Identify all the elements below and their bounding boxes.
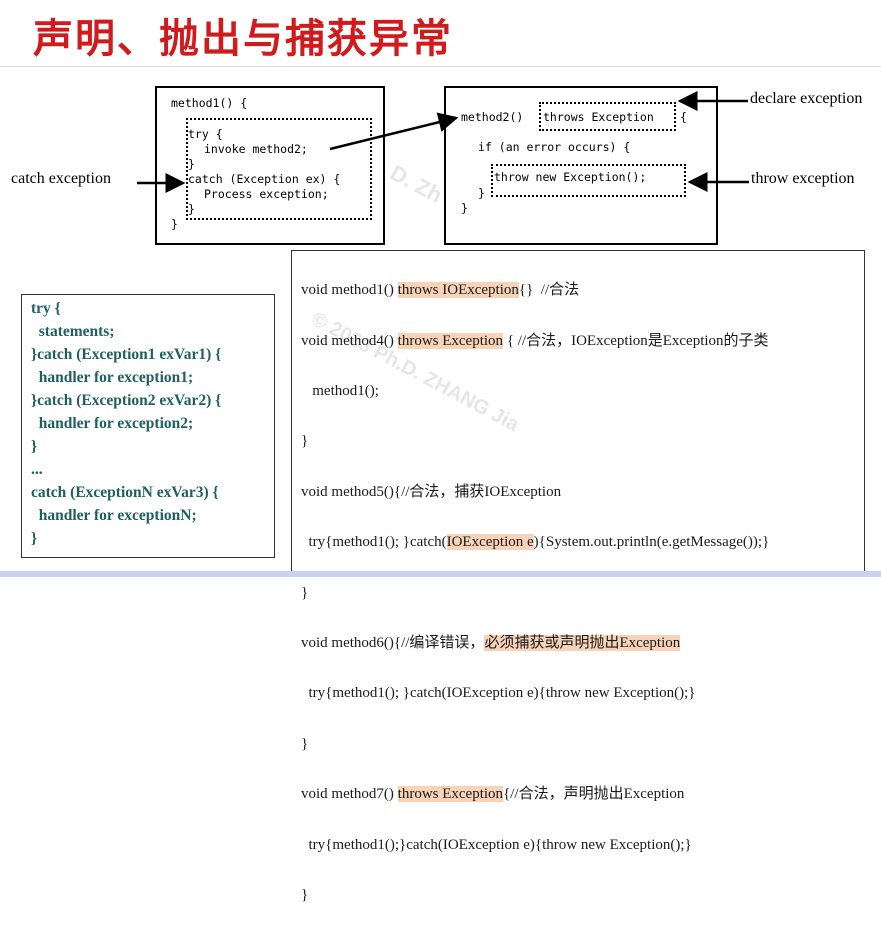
code-line: } [301, 887, 309, 904]
syntax-line: try { [31, 300, 61, 317]
code-line: void method7() throws Exception{//合法，声明抛… [301, 786, 685, 803]
syntax-line: catch (ExceptionN exVar3) { [31, 484, 219, 501]
code-line: void method6(){//编译错误，必须捕获或声明抛出Exception [301, 635, 681, 652]
syntax-line: } [31, 530, 38, 547]
syntax-line: ... [31, 461, 43, 478]
highlight: throws IOException [397, 282, 519, 299]
footer-bar [0, 571, 881, 577]
syntax-line: handler for exception1; [31, 369, 194, 386]
code-line: try{method1();}catch(IOException e){thro… [301, 836, 692, 853]
highlight: throws Exception [397, 786, 504, 803]
syntax-line: }catch (Exception2 exVar2) { [31, 392, 222, 409]
code-block: void method1() throws IOException{} //合法… [301, 253, 769, 933]
syntax-block: try { statements; }catch (Exception1 exVa… [31, 297, 221, 550]
syntax-line: statements; [31, 323, 115, 340]
syntax-line: handler for exception2; [31, 415, 194, 432]
code-line: void method4() throws Exception { //合法，I… [301, 332, 769, 349]
call-arrow [329, 112, 459, 151]
syntax-line: } [31, 438, 38, 455]
code-line: void method1() throws IOException{} //合法 [301, 282, 580, 299]
highlight: 必须捕获或声明抛出Exception [484, 635, 681, 652]
syntax-line: }catch (Exception1 exVar1) { [31, 346, 222, 363]
highlight: throws Exception [397, 332, 504, 349]
highlight: IOException e [446, 534, 534, 551]
code-line: } [301, 735, 309, 752]
code-line: try{method1(); }catch(IOException e){Sys… [301, 534, 770, 551]
code-line: } [301, 433, 309, 450]
code-line: method1(); [301, 383, 379, 400]
code-line: try{method1(); }catch(IOException e){thr… [301, 685, 696, 702]
diagram-arrows [137, 91, 749, 193]
code-line: void method5(){//合法，捕获IOException [301, 483, 562, 500]
syntax-line: handler for exceptionN; [31, 507, 197, 524]
code-line: } [301, 584, 309, 601]
